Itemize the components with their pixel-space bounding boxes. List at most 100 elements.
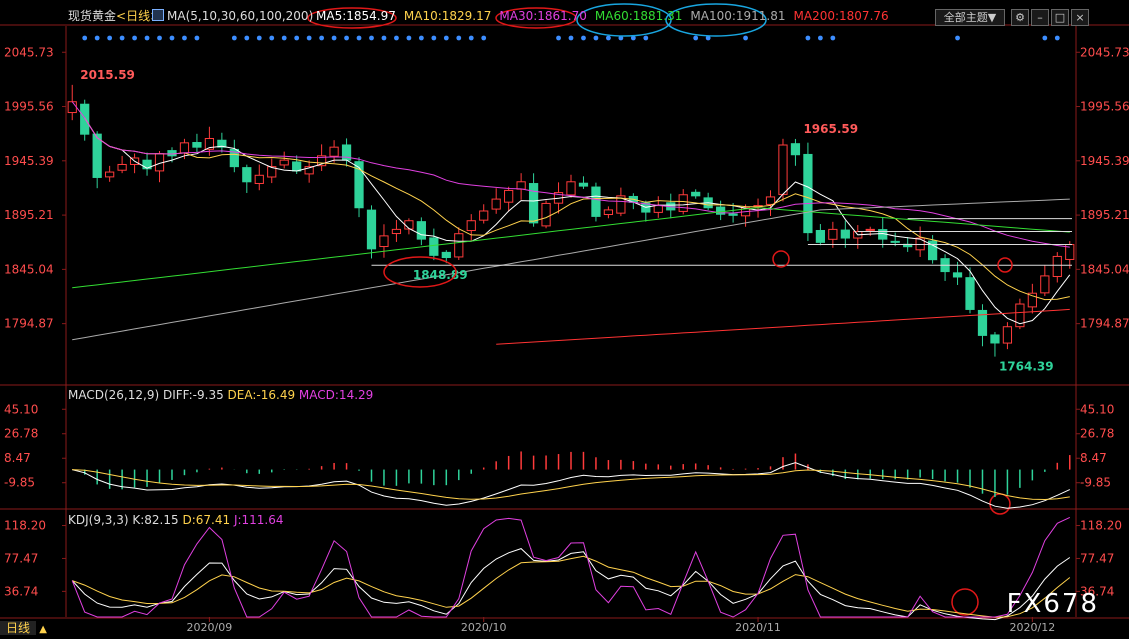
- candle-body-38: [541, 202, 551, 227]
- signal-dot-29: [431, 35, 437, 41]
- candle-body-72: [965, 277, 975, 310]
- main-tick-start-l-4: 1845.04: [4, 262, 54, 276]
- macd-tick-start-r-2: 8.47: [1080, 451, 1107, 465]
- signal-dot-7: [157, 35, 162, 41]
- signal-dot-27: [406, 35, 412, 41]
- candle-body-58: [790, 143, 801, 156]
- close-icon[interactable]: ×: [1071, 9, 1089, 26]
- candle-body-2: [92, 133, 102, 178]
- candle-body-9: [179, 142, 190, 154]
- signal-dot-40: [568, 35, 574, 41]
- highlight-macd-cross: [989, 493, 1011, 515]
- signal-dot-16: [269, 35, 275, 41]
- signal-dot-18: [294, 35, 300, 41]
- candle-body-41: [578, 182, 589, 187]
- macd-tick-start-l-1: 26.78: [4, 427, 38, 441]
- signal-dot-41: [581, 35, 586, 41]
- ma10-line: [84, 117, 1070, 301]
- minimize-icon[interactable]: –: [1031, 9, 1049, 26]
- signal-dot-30: [443, 35, 449, 41]
- ma-value-4: MA100:1911.81: [690, 9, 786, 23]
- candle-body-64: [865, 228, 875, 231]
- signal-dot-21: [331, 35, 337, 41]
- candle-body-21: [329, 146, 339, 157]
- candle-body-60: [815, 229, 825, 243]
- signal-dot-23: [356, 35, 362, 41]
- candle-body-59: [803, 153, 813, 234]
- main-tick-start-r-5: 1794.87: [1080, 317, 1129, 331]
- candle-body-30: [441, 251, 451, 259]
- macd-value: MACD:14.29: [298, 388, 374, 402]
- macd-tick-start-r-0: 45.10: [1080, 402, 1114, 416]
- candle-body-37: [528, 183, 539, 224]
- signal-dot-71: [955, 35, 960, 41]
- macd-tick-start-r-1: 26.78: [1080, 427, 1114, 441]
- price-annotation-0: 2015.59: [80, 68, 135, 82]
- candle-body-28: [416, 221, 426, 240]
- main-tick-start-l-5: 1794.87: [4, 317, 54, 331]
- candle-body-14: [242, 167, 252, 183]
- kdj-j-line: [71, 516, 1071, 618]
- main-tick-start-r-4: 1845.04: [1080, 262, 1129, 276]
- candle-body-27: [404, 220, 414, 230]
- candle-body-36: [516, 181, 526, 190]
- signal-dot-19: [306, 35, 312, 41]
- x-label-2: 2020/11: [735, 621, 781, 634]
- signal-dot-28: [418, 35, 424, 41]
- theme-select[interactable]: 全部主题▼: [935, 9, 1005, 26]
- signal-dot-3: [107, 35, 113, 41]
- main-tick-start-l-0: 2045.73: [4, 45, 54, 59]
- ma-values: MA5:1854.97 MA10:1829.17 MA30:1861.70 MA60:…: [316, 8, 897, 24]
- signal-dot-50: [693, 35, 699, 41]
- highlight-kdj-cross: [951, 588, 979, 616]
- macd-tick-start-l-0: 45.10: [4, 402, 38, 416]
- ma-value-5: MA200:1807.76: [793, 9, 889, 23]
- macd-header: MACD(26,12,9) DIFF:-9.35 DEA:-16.49 MACD…: [68, 387, 373, 403]
- candle-body-57: [778, 144, 788, 195]
- kdj-d: D:67.41: [182, 513, 231, 527]
- candle-body-74: [990, 334, 1000, 344]
- candle-body-42: [591, 186, 601, 217]
- signal-dot-4: [119, 35, 125, 41]
- kdj-tick-start-r-0: 118.20: [1080, 519, 1122, 533]
- candle-body-49: [678, 194, 688, 212]
- price-annotation-2: 1848.89: [413, 268, 468, 282]
- ma-value-1: MA10:1829.17: [403, 9, 492, 23]
- maximize-icon[interactable]: □: [1051, 9, 1069, 26]
- kdj-j: J:111.64: [233, 513, 284, 527]
- candle-body-66: [890, 240, 900, 243]
- main-tick-start-r-1: 1995.56: [1080, 100, 1129, 114]
- kdj-tick-start-l-2: 36.74: [4, 584, 38, 598]
- signal-dot-20: [319, 35, 325, 41]
- candle-body-47: [653, 205, 663, 213]
- period-tab[interactable]: 日线 ▲: [0, 619, 47, 637]
- signal-dot-2: [94, 35, 100, 41]
- signal-dot-54: [743, 35, 748, 41]
- candle-body-34: [491, 198, 501, 210]
- indicator-icon: [152, 9, 164, 21]
- fx678-logo: FX678: [1006, 589, 1099, 619]
- candle-body-43: [603, 209, 614, 216]
- signal-dot-9: [182, 35, 187, 41]
- candle-body-50: [691, 191, 701, 197]
- highlight-mark-1: [772, 250, 790, 268]
- signal-dot-14: [244, 35, 250, 41]
- candle-body-3: [105, 171, 115, 178]
- instrument-title: 现货黄金<日线>: [68, 9, 161, 23]
- candle-body-56: [765, 196, 776, 205]
- ma-params[interactable]: MA(5,10,30,60,100,200): [152, 8, 313, 24]
- kdj-k: K:82.15: [132, 513, 179, 527]
- x-label-3: 2020/12: [1010, 621, 1056, 634]
- candle-body-35: [504, 189, 514, 203]
- macd-tick-start-r-3: -9.85: [1080, 476, 1111, 490]
- signal-dot-10: [194, 35, 200, 41]
- signal-dot-46: [643, 35, 649, 41]
- main-tick-start-r-2: 1945.39: [1080, 154, 1129, 168]
- candle-body-1: [80, 103, 90, 135]
- settings-icon[interactable]: ⚙: [1011, 9, 1029, 26]
- kdj-header: KDJ(9,3,3) K:82.15 D:67.41 J:111.64: [68, 512, 284, 528]
- candle-body-18: [292, 161, 302, 172]
- macd-tick-start-l-2: 8.47: [4, 451, 31, 465]
- main-tick-start-r-3: 1895.21: [1080, 208, 1129, 222]
- candle-body-33: [479, 210, 489, 221]
